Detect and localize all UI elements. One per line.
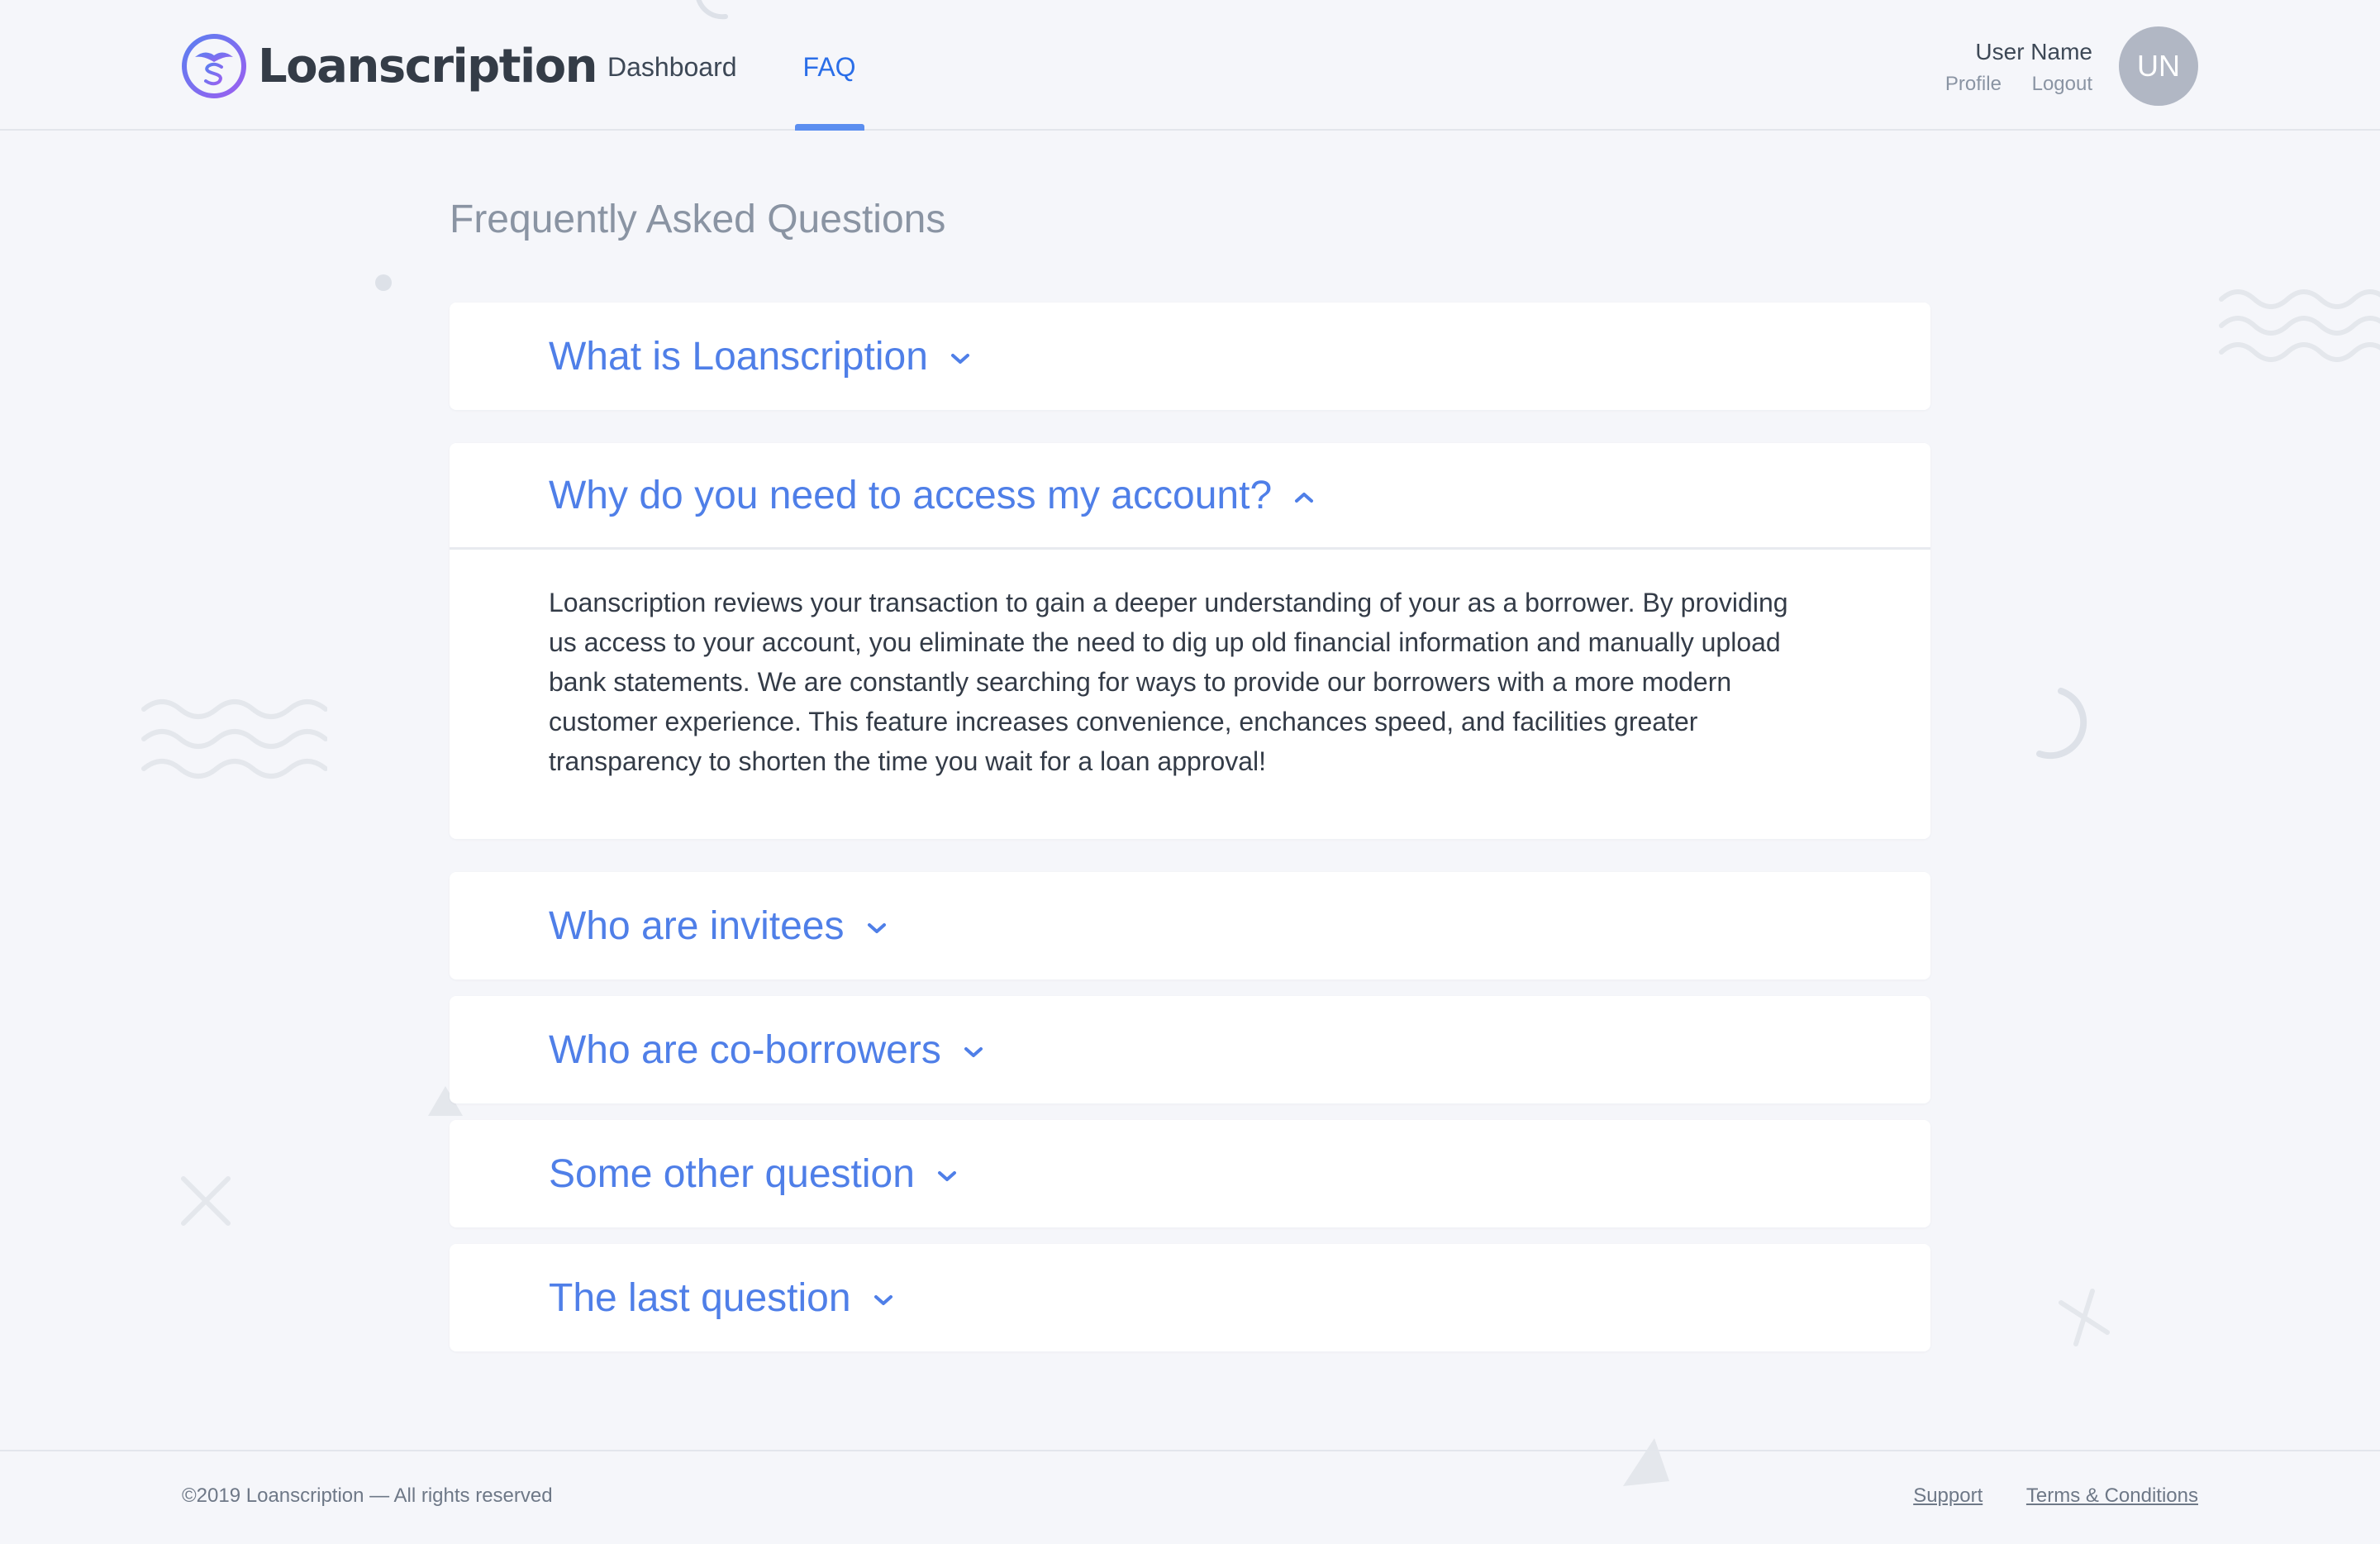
footer: ©2019 Loanscription — All rights reserve… <box>0 1450 2380 1544</box>
faq-item: The last question <box>450 1244 1930 1351</box>
chevron-down-icon <box>937 1171 956 1181</box>
chevron-down-icon <box>867 923 886 933</box>
faq-question: The last question <box>549 1275 851 1320</box>
copyright-text: ©2019 Loanscription — All rights reserve… <box>182 1484 553 1507</box>
chevron-down-icon <box>964 1047 983 1057</box>
main-nav: Dashboard FAQ <box>607 0 922 131</box>
faq-question: Who are invitees <box>549 903 845 948</box>
chevron-down-icon <box>950 354 969 364</box>
faq-toggle[interactable]: The last question <box>450 1244 1930 1351</box>
faq-item: What is Loanscription <box>450 303 1930 410</box>
brand-name: Loanscription <box>258 39 598 93</box>
faq-item: Who are co-borrowers <box>450 996 1930 1103</box>
support-link[interactable]: Support <box>1913 1484 1983 1507</box>
faq-item-expanded: Why do you need to access my account? Lo… <box>450 443 1930 839</box>
user-menu: User Name Profile Logout UN <box>1921 26 2198 106</box>
faq-toggle[interactable]: Why do you need to access my account? <box>450 443 1930 550</box>
decorative-dot <box>375 274 392 291</box>
decorative-waves-left <box>141 699 327 779</box>
faq-toggle[interactable]: Some other question <box>450 1120 1930 1227</box>
faq-item: Some other question <box>450 1120 1930 1227</box>
faq-question: Some other question <box>549 1151 915 1196</box>
decorative-cross-left <box>181 1176 231 1226</box>
nav-item-faq[interactable]: FAQ <box>794 0 864 131</box>
profile-link[interactable]: Profile <box>1945 73 2002 95</box>
faq-item: Who are invitees <box>450 872 1930 979</box>
caduceus-dollar-icon <box>182 34 246 98</box>
decorative-cross-right <box>2059 1289 2110 1346</box>
faq-question: Who are co-borrowers <box>549 1027 941 1072</box>
faq-question: Why do you need to access my account? <box>549 473 1273 517</box>
page-title: Frequently Asked Questions <box>450 198 946 241</box>
decorative-waves-right <box>2219 289 2380 362</box>
decorative-arc-right <box>2036 688 2087 760</box>
nav-item-dashboard[interactable]: Dashboard <box>607 0 737 131</box>
chevron-down-icon <box>873 1295 892 1305</box>
avatar[interactable]: UN <box>2119 26 2198 106</box>
faq-toggle[interactable]: What is Loanscription <box>450 303 1930 410</box>
top-navigation-bar: Loanscription Dashboard FAQ User Name Pr… <box>0 0 2380 131</box>
faq-question: What is Loanscription <box>549 334 928 379</box>
user-info: User Name Profile Logout <box>1921 36 2092 96</box>
faq-answer: Loanscription reviews your transaction t… <box>549 588 1788 776</box>
faq-list: What is Loanscription Why do you need to… <box>450 303 1930 1351</box>
faq-toggle[interactable]: Who are invitees <box>450 872 1930 979</box>
faq-toggle[interactable]: Who are co-borrowers <box>450 996 1930 1103</box>
brand-logo[interactable]: Loanscription <box>180 31 598 101</box>
chevron-up-icon <box>1295 493 1314 503</box>
logout-link[interactable]: Logout <box>2032 73 2092 95</box>
user-name: User Name <box>1975 39 2092 64</box>
terms-link[interactable]: Terms & Conditions <box>2026 1484 2198 1507</box>
footer-links: Support Terms & Conditions <box>1875 1484 2198 1508</box>
user-links: Profile Logout <box>1921 73 2092 96</box>
